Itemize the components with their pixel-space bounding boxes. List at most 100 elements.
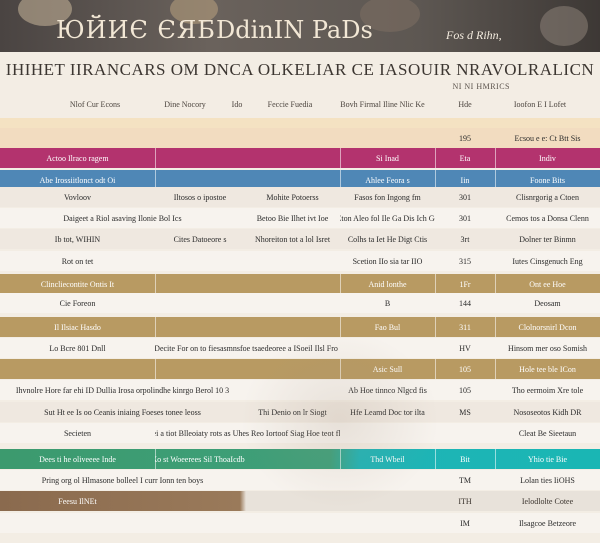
table-cell (155, 128, 245, 148)
table-row: Dees ti he oliveeee Inde Ko st Woeerees S… (0, 449, 600, 469)
table-cell (155, 274, 245, 294)
table-row: Cie Foreon B 144 Deosam (0, 293, 600, 313)
table-cell (0, 128, 155, 148)
table-cell (245, 491, 340, 511)
column-divider (435, 449, 436, 469)
table-cell: Eton Aleo fol Ile Ga Dis Ich Go (340, 213, 435, 223)
table-row: VovloovIltosos o ipostoeScvsocowMohite P… (0, 187, 600, 207)
table-cell (155, 251, 245, 271)
table-cell: Ilsagcoe Betzeore (518, 518, 577, 528)
table-cell: Iltosos o ipostoe (173, 192, 227, 202)
table-cell: Deosam (534, 298, 561, 308)
table-cell: TM (459, 475, 471, 485)
table-row: Actoo Ilraco ragem Si Inad Eta Indiv (0, 148, 600, 168)
table-cell: 301 (459, 192, 471, 202)
page-title: IHIHET IIRANCARS OM DNCA OLKELIAR CE IAS… (5, 60, 595, 79)
column-header: Nlof Cur Econs (69, 100, 121, 109)
table-cell: 3rt (460, 234, 470, 244)
table-row: Feesu IlNEt ITH Ielodlolte Cotee (0, 491, 600, 511)
column-divider (155, 359, 156, 379)
column-divider (340, 274, 341, 294)
table-row: Pring org ol Hlmasone bolleel I curr Ion… (0, 470, 600, 490)
column-divider (340, 317, 341, 337)
table-cell: B (384, 298, 391, 308)
column-header: Ioofon E I Lofet (513, 100, 567, 109)
table-cell: Betoo Bie Ilhet ivt Ioe (256, 213, 329, 223)
table-cell: Scetion IIo sia tar IIO (352, 256, 423, 266)
table-cell: Dolner ter Binmn (519, 234, 576, 244)
column-divider (435, 274, 436, 294)
table-cell (0, 359, 155, 379)
table-cell (340, 338, 435, 358)
table-cell (245, 513, 340, 533)
column-divider (495, 317, 496, 337)
table-cell: IM (460, 518, 470, 528)
table-cell (340, 513, 435, 533)
table-cell (340, 470, 435, 490)
table-cell: Thi Denio on lr Siogt (258, 407, 327, 417)
column-divider (435, 317, 436, 337)
table-cell: Vovloov (64, 192, 91, 202)
table-cell: Asic Sull (372, 364, 403, 374)
table-row: Ihvnolre Hore far ehi ID Dullia Irosa or… (0, 380, 600, 400)
table-cell: Rot on tet (61, 256, 94, 266)
table-cell (245, 449, 340, 469)
column-divider (495, 359, 496, 379)
table-cell (245, 423, 340, 443)
column-divider (495, 148, 496, 168)
table-cell: Lo Bcre 801 Dnll (49, 343, 106, 353)
table-cell (155, 491, 245, 511)
page-subtitle: NI NI HMRICS (452, 82, 510, 91)
table-cell (245, 148, 340, 168)
table-cell: Dees ti he oliveeee Inde (39, 454, 116, 464)
table-cell (245, 338, 340, 358)
table-cell: 315 (459, 256, 471, 266)
table-row: Ib tot, WIHINCites Datoeore sHre toe col… (0, 229, 600, 249)
banner: ЮЙИЄ ЄЯБ DdinIN PaDs Fos d Rihn, (0, 0, 600, 52)
table-row: SecietenIlhe teaei a tiot Blleoiaty rots… (0, 423, 600, 443)
table-cell (245, 470, 340, 490)
table-row: Il Ilsiac Hasdo Fao Bul 311 Clolnorsnirl Dc… (0, 317, 600, 337)
table-cell (340, 128, 435, 148)
table-cell: Colhs ta Iet He Digt Ctis (347, 234, 428, 244)
table-cell: Ko st Woeerees Sil ThoaIcdbo (155, 454, 245, 464)
table-cell (155, 402, 245, 422)
column-divider (155, 148, 156, 168)
table-row: Clincliecontite Ontis It Anid lonthe 1Fr On… (0, 274, 600, 294)
table-cell: 1Fr (459, 279, 471, 289)
table-row: Daigeet a Riol asaving Ilonie Bol IcsBib… (0, 208, 600, 228)
table-cell (155, 317, 245, 337)
column-divider (155, 317, 156, 337)
table-cell: Secieten (63, 428, 92, 438)
table-cell (245, 251, 340, 271)
table-cell: Hinsom mer oso Somish (508, 343, 587, 353)
table-cell: Si Inad (376, 153, 399, 163)
table-cell: Cites Datoeore s (173, 234, 227, 244)
table-row: 195 Ecsou e e: Ct Btt Sis (0, 128, 600, 148)
column-divider (340, 148, 341, 168)
table-cell (155, 293, 245, 313)
column-header: Feccie Fuedia (267, 100, 313, 109)
table-cell (155, 359, 245, 379)
table-cell: Cleat Be Sieetaun (518, 428, 577, 438)
table-cell (155, 513, 245, 533)
table-cell: Indiv (539, 153, 556, 163)
table-cell (340, 423, 435, 443)
table-cell: Yhio tie Bie (527, 454, 568, 464)
table-cell: 195 (459, 133, 471, 143)
column-divider (340, 359, 341, 379)
brand-tagline: Fos d Rihn, (446, 28, 502, 42)
brand-left: ЮЙИЄ ЄЯБ (56, 16, 216, 44)
table-cell: 301 (459, 213, 471, 223)
table-cell: Clincliecontite Ontis It (40, 279, 115, 289)
table-cell (155, 380, 245, 400)
column-header: Ido (231, 100, 243, 109)
table-cell: Thd Wbeil (370, 454, 405, 464)
table-cell: Ib tot, WIHIN (54, 234, 101, 244)
table-cell: Fasos fon Ingong fm (354, 192, 421, 202)
table-cell: Cemos tos a Donsa Clenn (506, 213, 589, 223)
table-cell: 144 (459, 298, 471, 308)
table-row: Sut Ht ee Is oo Ceanis iniaing Foeses to… (0, 402, 600, 422)
table-cell: Actoo Ilraco ragem (46, 153, 109, 163)
table-row: Asic Sull 105 Hole tee ble ICon (0, 359, 600, 379)
